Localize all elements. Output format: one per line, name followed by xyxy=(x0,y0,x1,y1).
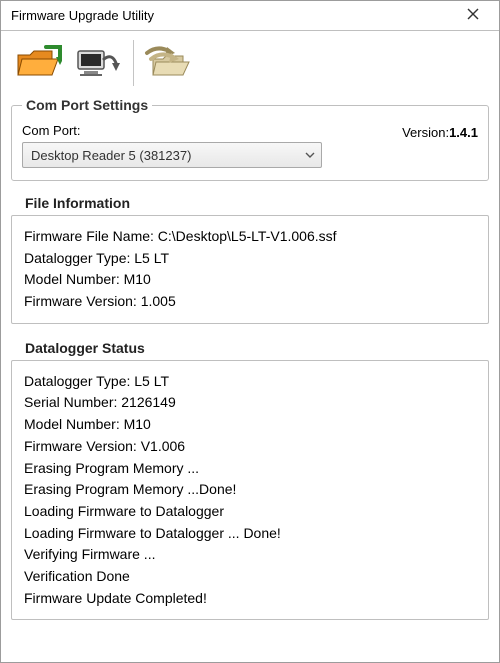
file-info-line: Firmware File Name: C:\Desktop\L5-LT-V1.… xyxy=(24,226,476,248)
status-line: Verifying Firmware ... xyxy=(24,544,476,566)
file-info-heading: File Information xyxy=(25,195,489,211)
open-folder-icon xyxy=(16,45,62,82)
version-display: Version:1.4.1 xyxy=(402,123,478,140)
status-line: Datalogger Type: L5 LT xyxy=(24,371,476,393)
file-info-line: Datalogger Type: L5 LT xyxy=(24,248,476,270)
status-line: Loading Firmware to Datalogger xyxy=(24,501,476,523)
open-file-button[interactable] xyxy=(11,39,67,87)
status-line: Firmware Version: V1.006 xyxy=(24,436,476,458)
upload-firmware-button[interactable] xyxy=(69,39,125,87)
upload-device-icon xyxy=(74,45,120,82)
comport-legend: Com Port Settings xyxy=(22,97,152,113)
version-value: 1.4.1 xyxy=(449,125,478,140)
version-label: Version: xyxy=(402,125,449,140)
status-line: Firmware Update Completed! xyxy=(24,588,476,610)
app-window: Firmware Upgrade Utility xyxy=(0,0,500,663)
resend-button[interactable] xyxy=(140,39,196,87)
close-button[interactable] xyxy=(453,2,493,30)
comport-label: Com Port: xyxy=(22,123,402,138)
status-line: Verification Done xyxy=(24,566,476,588)
comport-settings-group: Com Port Settings Com Port: Desktop Read… xyxy=(11,97,489,181)
redo-folder-icon xyxy=(143,45,193,82)
titlebar: Firmware Upgrade Utility xyxy=(1,1,499,31)
file-info-line: Model Number: M10 xyxy=(24,269,476,291)
status-line: Model Number: M10 xyxy=(24,414,476,436)
window-title: Firmware Upgrade Utility xyxy=(11,8,453,23)
file-info-line: Firmware Version: 1.005 xyxy=(24,291,476,313)
status-heading: Datalogger Status xyxy=(25,340,489,356)
comport-dropdown[interactable]: Desktop Reader 5 (381237) xyxy=(22,142,322,168)
chevron-down-icon xyxy=(305,152,315,158)
close-icon xyxy=(467,8,479,23)
status-box: Datalogger Type: L5 LT Serial Number: 21… xyxy=(11,360,489,621)
status-line: Serial Number: 2126149 xyxy=(24,392,476,414)
status-line: Loading Firmware to Datalogger ... Done! xyxy=(24,523,476,545)
comport-selected-value: Desktop Reader 5 (381237) xyxy=(31,148,191,163)
status-line: Erasing Program Memory ...Done! xyxy=(24,479,476,501)
status-line: Erasing Program Memory ... xyxy=(24,458,476,480)
toolbar xyxy=(1,31,499,93)
file-info-box: Firmware File Name: C:\Desktop\L5-LT-V1.… xyxy=(11,215,489,324)
toolbar-separator xyxy=(133,40,134,86)
